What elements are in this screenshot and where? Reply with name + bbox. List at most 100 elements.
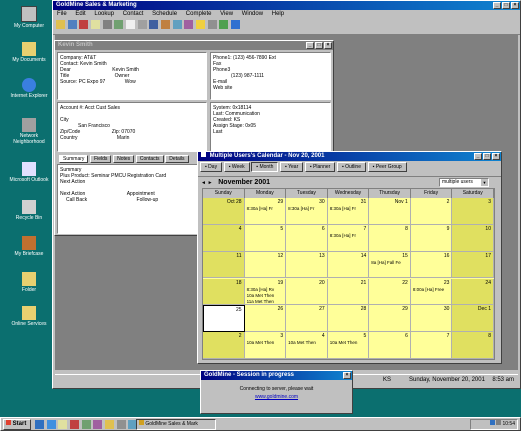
popup-link[interactable]: www.goldmine.com: [201, 394, 352, 400]
toolbar-phone-icon[interactable]: [79, 20, 89, 29]
maximize-button[interactable]: □: [502, 2, 510, 9]
menu-file[interactable]: File: [57, 11, 67, 17]
calendar-day-cell[interactable]: Dec 1: [452, 305, 494, 333]
desktop-icon-outlook[interactable]: Microsoft Outlook: [8, 162, 50, 183]
ql-app3-icon[interactable]: [105, 420, 115, 429]
calendar-day-cell[interactable]: Nov 1: [369, 198, 411, 225]
calendar-day-cell[interactable]: 7 8:30a [Ha] Fr: [327, 224, 370, 252]
calendar-event[interactable]: 8:00a [Ha] Free: [413, 287, 444, 292]
calendar-day-cell[interactable]: 13: [286, 251, 328, 279]
account-field[interactable]: Account #: Acct Cust Sales: [60, 105, 204, 111]
calendar-day-cell[interactable]: 2: [410, 198, 453, 225]
country-field[interactable]: Country Marin: [60, 135, 204, 141]
tab-details[interactable]: Details: [165, 155, 189, 163]
calendar-day-cell[interactable]: 11: [203, 251, 245, 279]
calendar-day-cell[interactable]: 28: [327, 305, 370, 333]
taskbar-goldmine-button[interactable]: GoldMine Sales & Mark: [136, 419, 216, 430]
ql-app1-icon[interactable]: [81, 420, 91, 429]
calendar-event[interactable]: 11a Met Then: [247, 299, 274, 304]
calendar-day-cell[interactable]: 17: [452, 251, 494, 279]
ql-outlook-icon[interactable]: [58, 420, 68, 429]
tab-fields[interactable]: Fields: [90, 155, 112, 163]
calendar-day-cell[interactable]: 31 8:30a [Ha] Fr: [327, 198, 370, 225]
calendar-day-cell[interactable]: 2: [203, 332, 245, 359]
calendar-day-cell[interactable]: 29: [369, 305, 411, 333]
ql-app4-icon[interactable]: [116, 420, 126, 429]
desktop-icon-briefcase[interactable]: My Briefcase: [8, 236, 50, 257]
toolbar-web-icon[interactable]: [231, 20, 241, 29]
close-button[interactable]: ×: [492, 153, 500, 160]
calendar-day-cell[interactable]: 18: [203, 278, 245, 306]
menu-window[interactable]: Window: [242, 11, 263, 17]
desktop-icon-network[interactable]: Network Neighborhood: [8, 118, 50, 145]
calendar-day-cell[interactable]: 26: [244, 305, 287, 333]
calendar-day-cell[interactable]: 6: [369, 332, 411, 359]
calendar-day-cell[interactable]: 6: [286, 224, 328, 252]
close-button[interactable]: ×: [511, 2, 519, 9]
close-button[interactable]: ×: [343, 372, 351, 379]
ql-channels-icon[interactable]: [70, 420, 80, 429]
toolbar-forecast-icon[interactable]: [184, 20, 194, 29]
view-outline-button[interactable]: ▪ Outline: [336, 162, 366, 172]
calendar-day-cell[interactable]: 22: [369, 278, 411, 306]
calendar-day-cell[interactable]: 30: [410, 305, 453, 333]
last-field[interactable]: Last: [213, 129, 328, 135]
menu-schedule[interactable]: Schedule: [152, 11, 177, 17]
appointment-value[interactable]: Follow-up: [137, 197, 159, 203]
prev-month-icon[interactable]: ◄: [201, 180, 206, 186]
calendar-day-cell[interactable]: Oct 28: [203, 198, 245, 225]
ql-desktop-icon[interactable]: [35, 420, 44, 429]
calendar-event[interactable]: 8:30a [Ha] Rv: [247, 287, 275, 292]
calendar-day-cell[interactable]: 25: [203, 305, 245, 333]
calendar-day-cell[interactable]: 21: [327, 278, 370, 306]
minimize-button[interactable]: _: [493, 2, 501, 9]
calendar-day-cell[interactable]: 23 8:00a [Ha] Free: [410, 278, 453, 306]
calendar-day-cell[interactable]: 30 8:30a [Ha] Fr: [286, 198, 328, 225]
calendar-event[interactable]: 8:30a [Ha] Fr: [247, 206, 273, 211]
calendar-day-cell[interactable]: 3 10a Met Then: [244, 332, 287, 359]
desktop-icon-internet-explorer[interactable]: Internet Explorer: [8, 78, 50, 99]
toolbar-notes-icon[interactable]: [126, 20, 136, 29]
calendar-event[interactable]: 8:30a [Ha] Fr: [288, 206, 314, 211]
calendar-event[interactable]: 10a Met Then: [288, 340, 316, 345]
start-button[interactable]: Start: [3, 419, 31, 430]
toolbar-calendar-icon[interactable]: [114, 20, 124, 29]
tab-summary[interactable]: Summary: [59, 155, 89, 163]
tab-contacts[interactable]: Contacts: [135, 155, 164, 163]
toolbar-sync-icon[interactable]: [172, 20, 182, 29]
calendar-event[interactable]: 10a Met Then: [330, 340, 358, 345]
calendar-day-cell[interactable]: 20: [286, 278, 328, 306]
calendar-day-cell[interactable]: 4 10a Met Then: [286, 332, 328, 359]
maximize-button[interactable]: □: [315, 42, 323, 49]
desktop-icon-recycle-bin[interactable]: Recycle Bin: [8, 200, 50, 221]
view-peer-button[interactable]: ▪ Peer Group: [367, 162, 407, 172]
calendar-event[interactable]: 8a [Ha] Fall Fe: [371, 260, 401, 265]
minimize-button[interactable]: _: [306, 42, 314, 49]
calendar-day-cell[interactable]: 8: [452, 332, 494, 359]
toolbar-print-icon[interactable]: [137, 20, 147, 29]
calendar-day-cell[interactable]: 5 10a Met Then: [327, 332, 370, 359]
calendar-day-cell[interactable]: 24: [452, 278, 494, 306]
minimize-button[interactable]: _: [474, 153, 482, 160]
menu-help[interactable]: Help: [272, 11, 284, 17]
calendar-day-cell[interactable]: 9: [410, 224, 453, 252]
tray-network-icon[interactable]: [489, 420, 495, 425]
desktop-icon-my-documents[interactable]: My Documents: [8, 42, 50, 63]
desktop-icon-online-services[interactable]: Online Services: [8, 306, 50, 327]
toolbar-search-icon[interactable]: [102, 20, 112, 29]
view-planner-button[interactable]: ▪ Planner: [304, 162, 336, 172]
next-month-icon[interactable]: ►: [208, 180, 213, 186]
calendar-day-cell[interactable]: 15 8a [Ha] Fall Fe: [369, 251, 411, 279]
desktop-icon-my-computer[interactable]: My Computer: [8, 6, 50, 29]
maximize-button[interactable]: □: [483, 153, 491, 160]
menu-edit[interactable]: Edit: [75, 11, 85, 17]
website-field[interactable]: Web site: [213, 85, 328, 91]
calendar-day-cell[interactable]: 27: [286, 305, 328, 333]
calendar-day-cell[interactable]: 5: [244, 224, 287, 252]
calendar-event[interactable]: 8:30a [Ha] Fr: [330, 206, 356, 211]
toolbar-open-icon[interactable]: [56, 20, 65, 29]
view-month-button[interactable]: ▪ Month: [251, 162, 279, 172]
calendar-day-cell[interactable]: 4: [203, 224, 245, 252]
menu-lookup[interactable]: Lookup: [94, 11, 114, 17]
calendar-day-cell[interactable]: 12: [244, 251, 287, 279]
